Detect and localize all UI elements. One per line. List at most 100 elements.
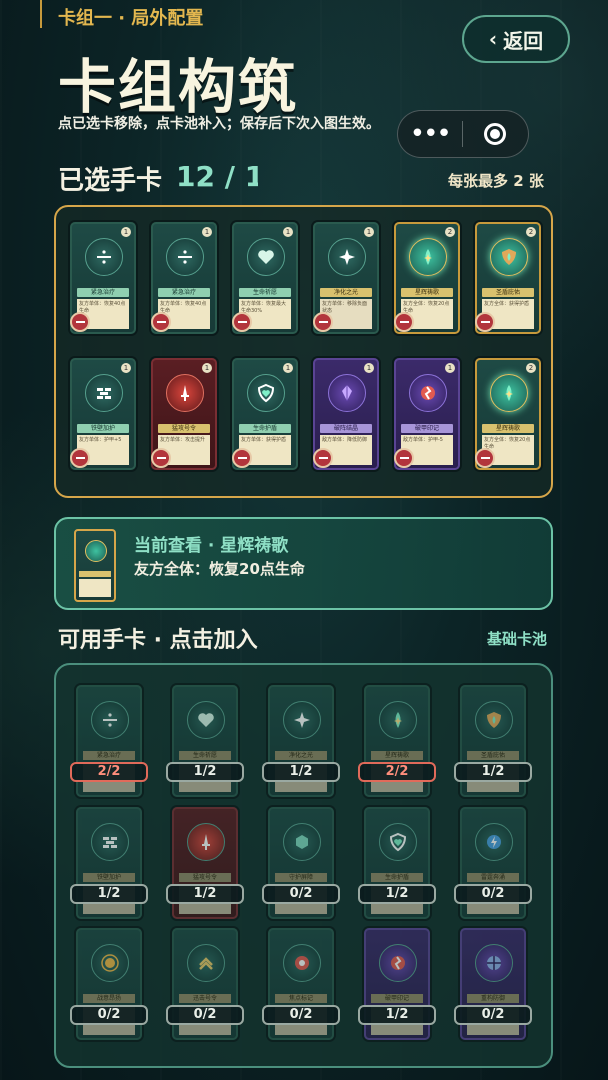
storm-orb-icon bbox=[475, 823, 513, 861]
selected-card[interactable]: 2 圣盾庇佑 友方全体：获得护盾 bbox=[475, 222, 541, 334]
minus-icon bbox=[75, 457, 85, 459]
selected-card[interactable]: 1 猛攻号令 友方单体：攻击提升 bbox=[151, 358, 217, 470]
selected-card[interactable]: 1 紧急治疗 友方单体：恢复40点生命 bbox=[70, 222, 136, 334]
star-drop-icon bbox=[85, 540, 107, 562]
crack-icon bbox=[409, 374, 447, 412]
card-cost: 1 bbox=[121, 227, 131, 237]
remove-card-button[interactable] bbox=[394, 448, 414, 468]
holy-shield-icon bbox=[475, 701, 513, 739]
card-name: 铁壁加护 bbox=[77, 424, 129, 433]
card-name: 守护屏障 bbox=[275, 873, 327, 882]
sun-orb-icon bbox=[91, 944, 129, 982]
star-drop-icon bbox=[409, 238, 447, 276]
card-cost: 1 bbox=[121, 363, 131, 373]
minus-icon bbox=[156, 321, 166, 323]
card-name: 紧急治疗 bbox=[83, 751, 135, 760]
more-menu-icon[interactable]: ••• bbox=[398, 121, 462, 147]
owned-count-badge: 1/2 bbox=[166, 884, 244, 904]
remove-card-button[interactable] bbox=[151, 448, 171, 468]
card-name: 雷霆奔涌 bbox=[467, 873, 519, 882]
owned-count-badge: 1/2 bbox=[358, 1005, 436, 1025]
remove-card-button[interactable] bbox=[313, 448, 333, 468]
owned-count-badge: 0/2 bbox=[262, 1005, 340, 1025]
preview-card-desc-strip bbox=[79, 579, 111, 597]
card-cost: 2 bbox=[526, 227, 536, 237]
card-cost: 1 bbox=[202, 363, 212, 373]
owned-count-badge: 2/2 bbox=[70, 762, 148, 782]
owned-count-badge: 0/2 bbox=[262, 884, 340, 904]
minus-icon bbox=[237, 457, 247, 459]
crack-icon bbox=[379, 944, 417, 982]
card-name: 生命祈愿 bbox=[239, 288, 291, 297]
selected-card[interactable]: 2 星辉祷歌 友方全体：恢复20点生命 bbox=[394, 222, 460, 334]
card-cost: 1 bbox=[364, 227, 374, 237]
preview-card-name-strip bbox=[79, 571, 111, 577]
close-capsule-button[interactable] bbox=[463, 123, 529, 145]
owned-count-badge: 0/2 bbox=[454, 1005, 532, 1025]
card-name: 星辉祷歌 bbox=[371, 751, 423, 760]
preview-description: 友方全体：恢复20点生命 bbox=[134, 560, 305, 578]
plus-minus-icon bbox=[85, 238, 123, 276]
selected-card[interactable]: 1 铁壁加护 友方单体：护甲+5 bbox=[70, 358, 136, 470]
minus-icon bbox=[480, 457, 490, 459]
chevron-up-icon bbox=[187, 944, 225, 982]
card-cost: 1 bbox=[283, 363, 293, 373]
card-name: 焦点标记 bbox=[275, 994, 327, 1003]
card-cost: 1 bbox=[202, 227, 212, 237]
minus-icon bbox=[156, 457, 166, 459]
card-name: 生命祈愿 bbox=[179, 751, 231, 760]
owned-count-badge: 0/2 bbox=[166, 1005, 244, 1025]
page-title: 卡组构筑 bbox=[58, 53, 299, 121]
remove-card-button[interactable] bbox=[70, 312, 90, 332]
owned-count-badge: 1/2 bbox=[454, 762, 532, 782]
owned-count-badge: 1/2 bbox=[358, 884, 436, 904]
remove-card-button[interactable] bbox=[232, 448, 252, 468]
selected-card[interactable]: 1 破阵结晶 敌方单体：降低防御 bbox=[313, 358, 379, 470]
remove-card-button[interactable] bbox=[475, 312, 495, 332]
minus-icon bbox=[237, 321, 247, 323]
card-cost: 2 bbox=[445, 227, 455, 237]
heart-icon bbox=[187, 701, 225, 739]
remove-card-button[interactable] bbox=[151, 312, 171, 332]
card-name: 星辉祷歌 bbox=[482, 424, 534, 433]
card-name: 紧急治疗 bbox=[158, 288, 210, 297]
selected-card[interactable]: 1 生命祈愿 友方单体：恢复最大生命30% bbox=[232, 222, 298, 334]
minus-icon bbox=[399, 321, 409, 323]
heart-icon bbox=[247, 238, 285, 276]
selected-card[interactable]: 2 星辉祷歌 友方全体：恢复20点生命 bbox=[475, 358, 541, 470]
owned-count-badge: 0/2 bbox=[70, 1005, 148, 1025]
remove-card-button[interactable] bbox=[70, 448, 90, 468]
selected-card[interactable]: 1 破甲印记 敌方单体：护甲-5 bbox=[394, 358, 460, 470]
owned-count-badge: 0/2 bbox=[454, 884, 532, 904]
sparkle-icon bbox=[283, 701, 321, 739]
max-per-card-note: 每张最多 2 张 bbox=[448, 172, 544, 190]
remove-card-button[interactable] bbox=[232, 312, 252, 332]
plus-minus-icon bbox=[166, 238, 204, 276]
remove-card-button[interactable] bbox=[394, 312, 414, 332]
card-name: 猛攻号令 bbox=[158, 424, 210, 433]
back-button[interactable]: ‹ 返回 bbox=[462, 15, 570, 63]
shield-heart-icon bbox=[247, 374, 285, 412]
shield-heart-icon bbox=[379, 823, 417, 861]
selected-cards-panel: 1 紧急治疗 友方单体：恢复40点生命 1 紧急治疗 友方单体：恢复40点生命 1 生命祈愿友… bbox=[54, 205, 553, 498]
selected-card[interactable]: 1 净化之光 友方单体：移除负面状态 bbox=[313, 222, 379, 334]
card-name: 圣盾庇佑 bbox=[467, 751, 519, 760]
card-cost: 2 bbox=[526, 363, 536, 373]
breadcrumb: 卡组一 · 局外配置 bbox=[58, 8, 204, 29]
card-name: 星辉祷歌 bbox=[401, 288, 453, 297]
pool-heading: 可用手卡 · 点击加入 bbox=[58, 628, 258, 653]
card-name: 迅击号令 bbox=[179, 994, 231, 1003]
selected-card[interactable]: 1 紧急治疗 友方单体：恢复40点生命 bbox=[151, 222, 217, 334]
star-drop-icon bbox=[379, 701, 417, 739]
card-name: 生命护盾 bbox=[239, 424, 291, 433]
owned-count-badge: 1/2 bbox=[262, 762, 340, 782]
sword-icon bbox=[166, 374, 204, 412]
card-name: 战意昂扬 bbox=[83, 994, 135, 1003]
remove-card-button[interactable] bbox=[475, 448, 495, 468]
selected-heading: 已选手卡 bbox=[58, 166, 163, 196]
remove-card-button[interactable] bbox=[313, 312, 333, 332]
card-name: 破阵结晶 bbox=[320, 424, 372, 433]
selected-card[interactable]: 1 生命护盾 友方单体：获得护盾 bbox=[232, 358, 298, 470]
preview-title: 当前查看 · 星辉祷歌 bbox=[134, 536, 289, 556]
card-pool-panel: 紧急治疗 2/2 生命祈愿 1/2 净化之光 1/2 星辉祷歌 2/2 圣盾庇佑 1/2 铁壁加护 1… bbox=[54, 663, 553, 1068]
